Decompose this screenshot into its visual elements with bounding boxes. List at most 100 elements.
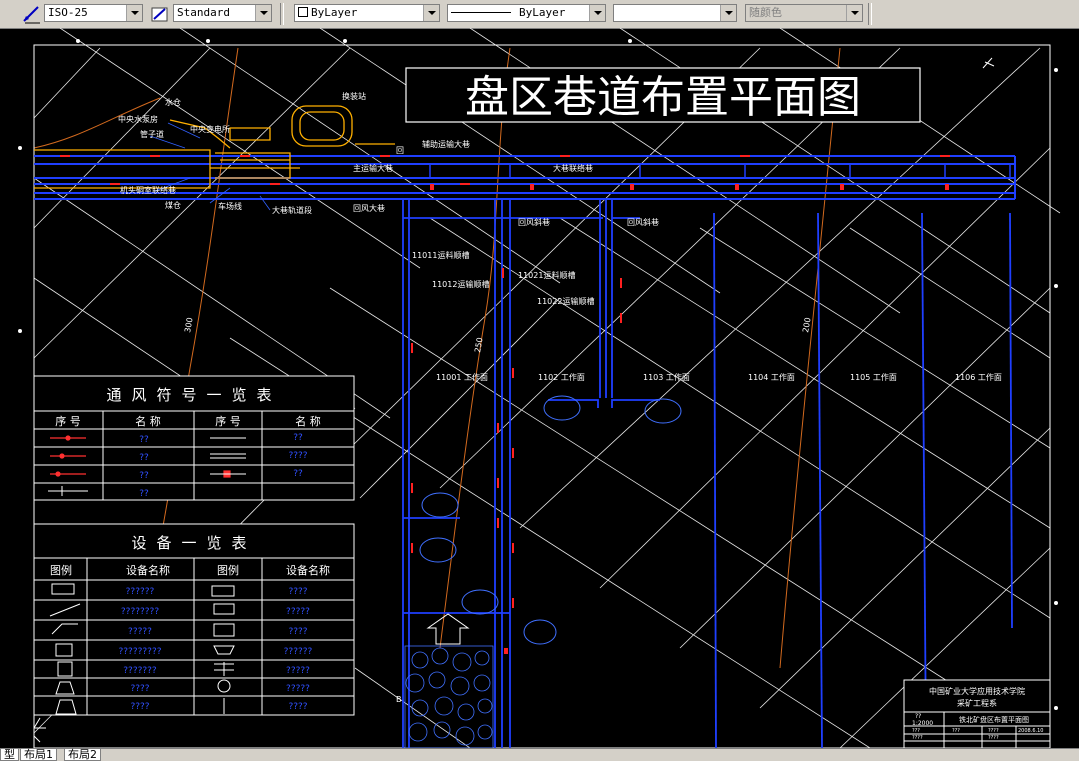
north-arrow-icon (982, 57, 995, 69)
text-style-icon[interactable] (150, 4, 170, 24)
svg-text:??????: ?????? (284, 647, 313, 657)
svg-text:名 称: 名 称 (135, 414, 161, 428)
svg-text:回: 回 (396, 146, 404, 155)
svg-text:11001 工作面: 11001 工作面 (436, 372, 488, 382)
svg-text:11021运料顺槽: 11021运料顺槽 (518, 270, 575, 280)
goaf-area (404, 645, 494, 748)
text-style-select[interactable]: Standard (173, 4, 272, 22)
vent-table-title: 通风符号一览表 (106, 386, 281, 404)
svg-text:设备名称: 设备名称 (126, 563, 170, 577)
face-labels: 11001 工作面 1102 工作面 1103 工作面 1104 工作面 110… (436, 372, 1002, 382)
svg-text:设备名称: 设备名称 (286, 563, 330, 577)
svg-text:??: ?? (139, 471, 149, 481)
svg-text:???: ??? (952, 728, 960, 734)
svg-text:250: 250 (473, 337, 485, 354)
svg-text:??: ?? (915, 713, 921, 720)
svg-text:2008.6.10: 2008.6.10 (1018, 728, 1043, 734)
main-roadways (34, 155, 1016, 200)
svg-text:?????: ????? (128, 627, 152, 637)
svg-text:???????: ??????? (123, 666, 157, 676)
svg-text:?????: ????? (286, 684, 310, 694)
svg-text:主运输大巷: 主运输大巷 (353, 163, 393, 173)
linetype-sample-icon (451, 12, 511, 13)
svg-text:机头硐室联络巷: 机头硐室联络巷 (120, 185, 176, 195)
tab-layout2[interactable]: 布局2 (64, 749, 101, 761)
svg-text:1102 工作面: 1102 工作面 (538, 372, 585, 382)
svg-text:中央水泵房: 中央水泵房 (118, 114, 158, 124)
svg-text:换装站: 换装站 (342, 91, 366, 101)
color-select[interactable]: ByLayer (294, 4, 440, 22)
svg-text:名 称: 名 称 (295, 414, 321, 428)
lineweight-select[interactable] (613, 4, 737, 22)
linetype-select[interactable]: ByLayer (447, 4, 606, 22)
svg-text:??: ?? (293, 433, 303, 443)
layout-tabs: 型 布局1 布局2 (0, 748, 1079, 761)
cross-cuts (429, 164, 1011, 178)
svg-text:?????: ????? (286, 666, 310, 676)
svg-text:中央变电所: 中央变电所 (190, 124, 230, 134)
color-swatch-icon (298, 7, 308, 17)
equipment-symbols (419, 395, 682, 645)
svg-text:煤仓: 煤仓 (165, 200, 181, 210)
svg-text:?????: ????? (286, 607, 310, 617)
svg-text:11022运输顺槽: 11022运输顺槽 (537, 296, 594, 306)
svg-text:?????????: ????????? (119, 647, 162, 657)
tab-layout1[interactable]: 布局1 (20, 749, 57, 761)
svg-text:????: ???? (988, 728, 999, 734)
shaft-infrastructure (34, 105, 395, 189)
properties-toolbar: ISO-25 Standard ByLayer ByLayer 随颜色 (0, 0, 1079, 29)
gateroads (402, 199, 1013, 748)
svg-text:??: ?? (293, 469, 303, 479)
svg-text:300: 300 (183, 317, 195, 334)
svg-text:??????: ?????? (126, 587, 155, 597)
svg-text:???: ??? (912, 728, 920, 734)
svg-text:辅助运输大巷: 辅助运输大巷 (422, 139, 470, 149)
equip-table-title: 设备一览表 (131, 534, 256, 552)
plotstyle-select: 随颜色 (745, 4, 863, 22)
drawing-title: 盘区巷道布置平面图 (465, 72, 861, 123)
svg-text:200: 200 (801, 317, 813, 334)
svg-text:1105 工作面: 1105 工作面 (850, 372, 897, 382)
tab-model[interactable]: 型 (0, 749, 19, 761)
svg-text:????: ???? (988, 735, 999, 741)
title-block: 中国矿业大学应用技术学院 采矿工程系 ?? 1:2000 铁北矿盘区布置平面图 … (903, 679, 1051, 748)
svg-text:????: ???? (288, 702, 307, 712)
svg-text:11012运输顺槽: 11012运输顺槽 (432, 279, 489, 289)
svg-text:??: ?? (139, 435, 149, 445)
svg-text:1106 工作面: 1106 工作面 (955, 372, 1002, 382)
dim-style-select[interactable]: ISO-25 (44, 4, 143, 22)
svg-text:11011运料顺槽: 11011运料顺槽 (412, 250, 469, 260)
svg-text:??: ?? (139, 489, 149, 499)
svg-text:回风斜巷: 回风斜巷 (518, 217, 550, 227)
svg-text:1104 工作面: 1104 工作面 (748, 372, 795, 382)
svg-text:中国矿业大学应用技术学院: 中国矿业大学应用技术学院 (929, 686, 1025, 696)
toolbar-separator (868, 3, 872, 25)
svg-text:????: ???? (912, 735, 923, 741)
svg-text:采矿工程系: 采矿工程系 (957, 698, 997, 708)
svg-text:1:2000: 1:2000 (912, 720, 933, 727)
svg-text:车场线: 车场线 (218, 201, 242, 211)
equipment-table: 设备一览表 图例 设备名称 图例 设备名称 ?????????? ???????… (33, 523, 355, 716)
svg-text:B: B (396, 695, 402, 704)
svg-text:回风斜巷: 回风斜巷 (627, 217, 659, 227)
svg-text:管子道: 管子道 (140, 129, 164, 139)
svg-text:回风大巷: 回风大巷 (353, 203, 385, 213)
svg-text:????: ???? (288, 587, 307, 597)
svg-text:水仓: 水仓 (165, 97, 181, 107)
svg-text:序 号: 序 号 (55, 414, 81, 428)
svg-text:1103 工作面: 1103 工作面 (643, 372, 690, 382)
drawing-canvas[interactable]: 盘区巷道布置平面图 换装站 中央水泵房 水仓 中央变电所 管子道 辅助运输大巷 … (0, 28, 1079, 748)
dim-style-icon[interactable] (22, 4, 42, 24)
svg-text:图例: 图例 (50, 563, 72, 577)
svg-text:????: ???? (288, 627, 307, 637)
svg-text:????: ???? (130, 684, 149, 694)
svg-text:大巷轨道段: 大巷轨道段 (272, 205, 312, 215)
toolbar-separator (280, 3, 284, 25)
svg-text:图例: 图例 (217, 563, 239, 577)
svg-text:铁北矿盘区布置平面图: 铁北矿盘区布置平面图 (959, 715, 1029, 724)
svg-text:序 号: 序 号 (215, 414, 241, 428)
svg-text:大巷联络巷: 大巷联络巷 (553, 163, 593, 173)
svg-text:????: ???? (130, 702, 149, 712)
svg-text:??: ?? (139, 453, 149, 463)
up-arrow-symbol (426, 613, 470, 645)
